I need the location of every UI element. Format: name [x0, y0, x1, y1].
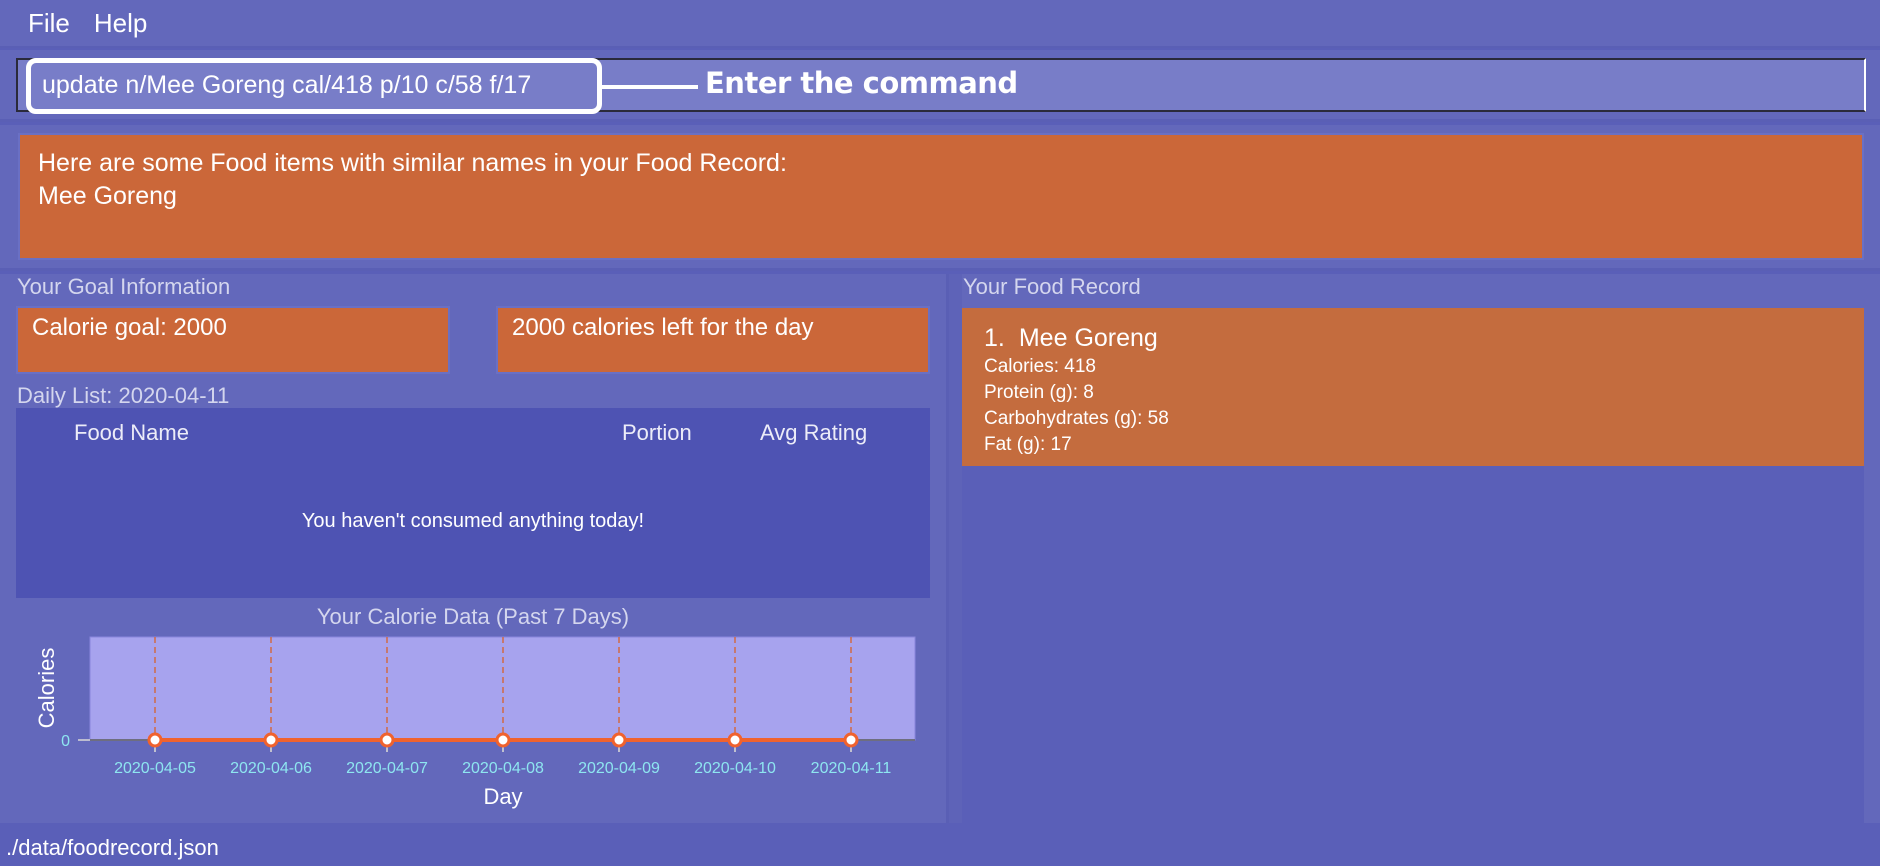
food-record-protein: Protein (g): 8 [984, 382, 1094, 403]
status-bar: ./data/foodrecord.json [0, 823, 1880, 866]
food-record-card[interactable]: 1. Mee Goreng Calories: 418 Protein (g): … [962, 308, 1864, 466]
status-file-path: ./data/foodrecord.json [6, 835, 219, 860]
food-record-scroll-track[interactable] [1866, 308, 1880, 823]
x-axis-label: Day [483, 784, 522, 809]
food-record-section-label: Your Food Record [963, 274, 1141, 299]
x-tick-label-2020-04-11: 2020-04-11 [811, 760, 892, 777]
x-tick-label-2020-04-10: 2020-04-10 [694, 760, 776, 777]
x-tick-label-2020-04-07: 2020-04-07 [346, 760, 428, 777]
calorie-chart: 0Calories Day 2020-04-05 2020-04-06 2020-04-… [34, 636, 916, 809]
result-area: Here are some Food items with similar na… [0, 125, 1880, 271]
left-panel: Your Goal Information Calorie goal: 2000… [0, 274, 946, 823]
menu-file[interactable]: File [16, 0, 82, 47]
annotation-label: Enter the command [705, 66, 1018, 100]
data-point-2020-04-10 [727, 732, 743, 748]
data-point-2020-04-09 [611, 732, 627, 748]
x-tick-label-2020-04-08: 2020-04-08 [462, 760, 544, 777]
food-record-carbs: Carbohydrates (g): 58 [984, 408, 1169, 429]
data-point-2020-04-07 [379, 732, 395, 748]
food-record-index: 1. [984, 324, 1005, 352]
menu-help[interactable]: Help [82, 0, 159, 47]
result-display: Here are some Food items with similar na… [18, 133, 1864, 260]
data-point-2020-04-06 [263, 732, 279, 748]
food-record-list: 1. Mee Goreng Calories: 418 Protein (g): … [962, 308, 1864, 823]
x-tick-label-2020-04-05: 2020-04-05 [114, 760, 196, 777]
food-record-name: Mee Goreng [1018, 324, 1158, 352]
annotation-connector-line [602, 85, 698, 89]
panel-divider[interactable] [946, 274, 962, 823]
y-tick-label: 0 [61, 733, 70, 750]
food-record-calories: Calories: 418 [984, 356, 1096, 377]
data-point-2020-04-08 [495, 732, 511, 748]
right-panel: Your Food Record 1. Mee Goreng Calories: … [962, 274, 1880, 823]
x-tick-label-2020-04-09: 2020-04-09 [578, 760, 660, 777]
data-point-2020-04-05 [147, 732, 163, 748]
food-record-fat: Fat (g): 17 [984, 434, 1072, 455]
menu-bar: File Help [0, 0, 1880, 48]
y-axis-label: Calories [34, 648, 59, 729]
food-record-title: 1. Mee Goreng [984, 322, 1842, 354]
x-tick-label-2020-04-06: 2020-04-06 [230, 760, 312, 777]
data-point-2020-04-11 [843, 732, 859, 748]
